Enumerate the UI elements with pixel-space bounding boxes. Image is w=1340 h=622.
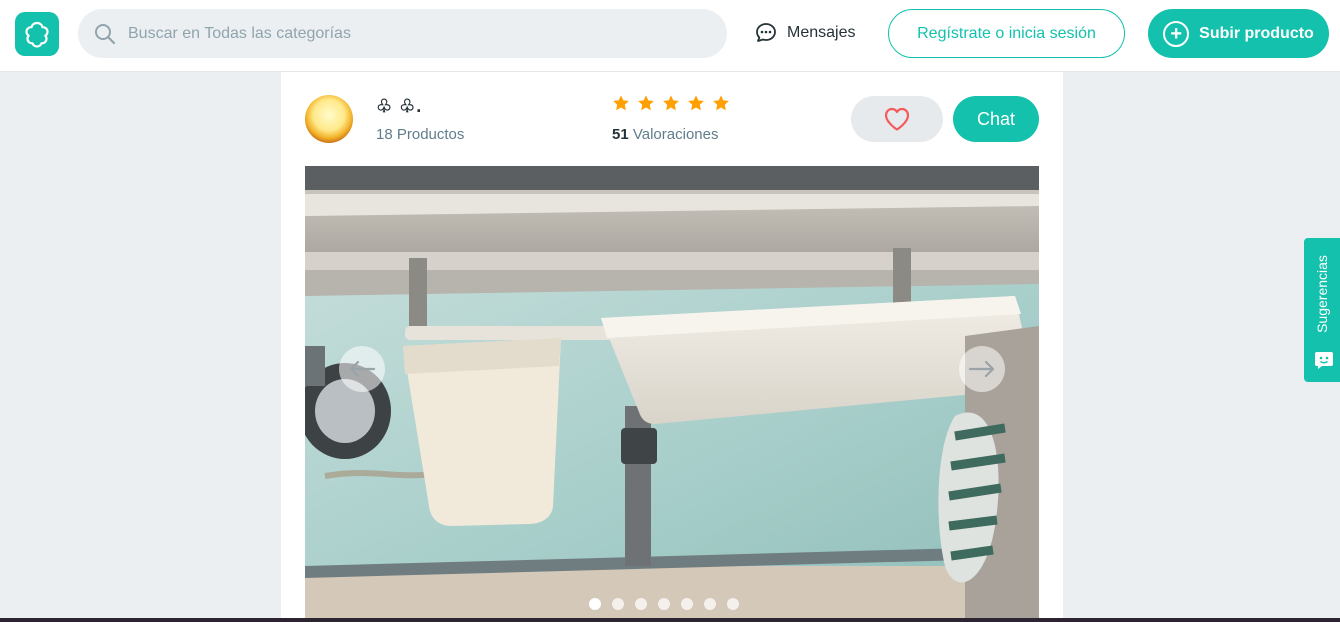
chat-label: Chat (976, 108, 1016, 129)
messages-label: Mensajes (787, 24, 856, 41)
feedback-tab[interactable]: Sugerencias (1304, 238, 1340, 382)
ratings-label: Valoraciones (632, 126, 719, 143)
heart-icon (884, 107, 910, 131)
feedback-label: Sugerencias (1314, 255, 1330, 333)
search-bar[interactable] (78, 9, 727, 58)
pagination-dot[interactable] (612, 598, 624, 610)
star-icon (688, 95, 704, 111)
image-pagination (589, 598, 739, 610)
register-login-label: Regístrate o inicia sesión (917, 24, 1096, 42)
chat-bubble-icon (756, 23, 776, 42)
next-image-button[interactable] (959, 346, 1005, 392)
seller-products-count[interactable]: 18 Productos (376, 126, 464, 143)
pagination-dot[interactable] (589, 598, 601, 610)
plus-icon: + (1163, 20, 1190, 47)
arrow-right-icon (968, 360, 995, 378)
star-icon (663, 95, 679, 111)
pagination-dot[interactable] (635, 598, 647, 610)
register-login-button[interactable]: Regístrate o inicia sesión (888, 9, 1125, 58)
search-icon (95, 23, 116, 44)
messages-link[interactable]: Mensajes (754, 20, 855, 46)
chat-button[interactable]: Chat (953, 96, 1039, 142)
seller-ratings[interactable]: 51 Valoraciones (612, 126, 718, 143)
seller-name[interactable]: ♧ ♧. (376, 96, 422, 117)
seller-avatar[interactable] (305, 95, 353, 143)
star-icon (613, 95, 629, 111)
rating-stars (612, 94, 730, 112)
product-photo (305, 166, 1039, 622)
ratings-count: 51 (612, 126, 629, 143)
wallapop-logo[interactable] (15, 12, 59, 56)
bottom-divider (0, 618, 1340, 622)
upload-product-button[interactable]: + Subir producto (1148, 9, 1329, 58)
pagination-dot[interactable] (704, 598, 716, 610)
star-icon (713, 95, 729, 111)
arrow-left-icon (349, 360, 376, 378)
pagination-dot[interactable] (727, 598, 739, 610)
logo-icon (25, 21, 49, 48)
product-card: ♧ ♧. 18 Productos 51 Valoraciones Chat (281, 72, 1063, 622)
star-icon (638, 95, 654, 111)
upload-product-label: Subir producto (1199, 24, 1314, 42)
favorite-button[interactable] (851, 96, 943, 142)
product-image[interactable] (305, 166, 1039, 622)
feedback-face-icon (1315, 352, 1333, 369)
top-navigation-bar: Mensajes Regístrate o inicia sesión + Su… (0, 0, 1340, 72)
search-input[interactable] (128, 24, 688, 43)
pagination-dot[interactable] (681, 598, 693, 610)
previous-image-button[interactable] (339, 346, 385, 392)
pagination-dot[interactable] (658, 598, 670, 610)
